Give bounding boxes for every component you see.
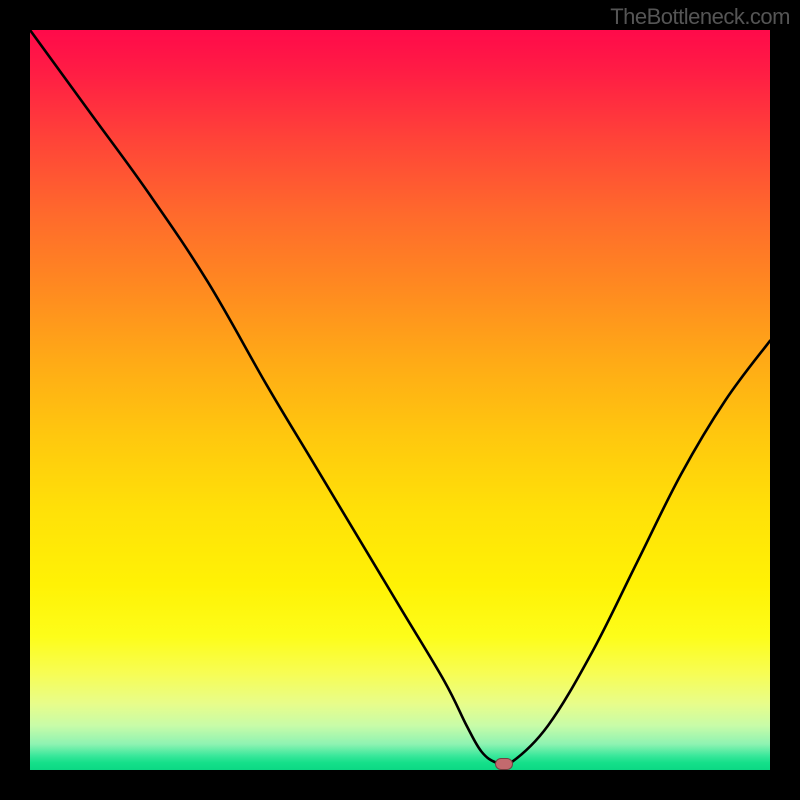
optimum-marker [495,758,513,770]
chart-plot-area [30,30,770,770]
bottleneck-curve [30,30,770,770]
watermark-text: TheBottleneck.com [610,4,790,30]
